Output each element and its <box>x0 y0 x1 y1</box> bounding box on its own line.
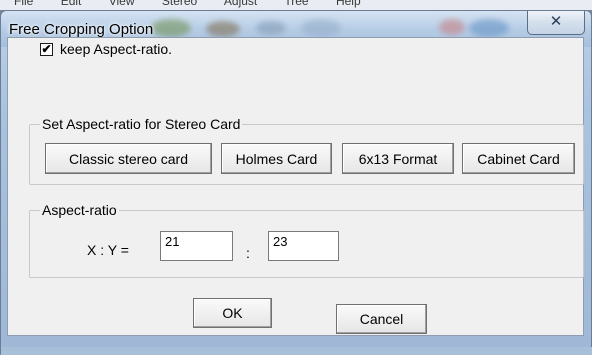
keep-aspect-ratio-label[interactable]: keep Aspect-ratio. <box>60 41 172 57</box>
checkmark-icon: ✔ <box>41 41 52 56</box>
bg-menu-file: File <box>14 0 34 8</box>
bg-menu-edit: Edit <box>60 0 82 8</box>
ratio-x-input[interactable] <box>160 231 233 261</box>
keep-aspect-ratio-checkbox[interactable]: ✔ <box>40 41 53 56</box>
ok-button[interactable]: OK <box>193 298 272 328</box>
bg-menu-stereo: Stereo <box>161 0 198 8</box>
bg-menu-adjust: Adjust <box>223 0 258 8</box>
bg-menu-view: View <box>108 0 135 8</box>
bg-menu-tree: Tree <box>284 0 309 8</box>
dialog-title: Free Cropping Option <box>9 21 154 38</box>
cabinet-card-button[interactable]: Cabinet Card <box>462 143 575 174</box>
xy-ratio-label: X : Y = <box>87 242 129 258</box>
stereo-card-group-legend: Set Aspect-ratio for Stereo Card <box>42 116 241 132</box>
classic-stereo-card-button[interactable]: Classic stereo card <box>45 143 212 174</box>
6x13-format-button[interactable]: 6x13 Format <box>342 143 454 174</box>
ratio-y-input[interactable] <box>268 231 339 261</box>
dialog-client-area <box>7 37 584 336</box>
bg-menu-help: Help <box>335 0 361 8</box>
cancel-button[interactable]: Cancel <box>336 304 427 334</box>
aspect-ratio-group-legend: Aspect-ratio <box>42 202 117 218</box>
keep-aspect-ratio-option[interactable]: ✔ keep Aspect-ratio. <box>40 41 172 57</box>
ratio-separator: : <box>246 245 250 261</box>
close-icon: ✕ <box>549 13 563 30</box>
background-menubar: File Edit View Stereo Adjust Tree Help <box>0 0 592 10</box>
close-button[interactable]: ✕ <box>527 11 585 35</box>
holmes-card-button[interactable]: Holmes Card <box>221 143 332 174</box>
